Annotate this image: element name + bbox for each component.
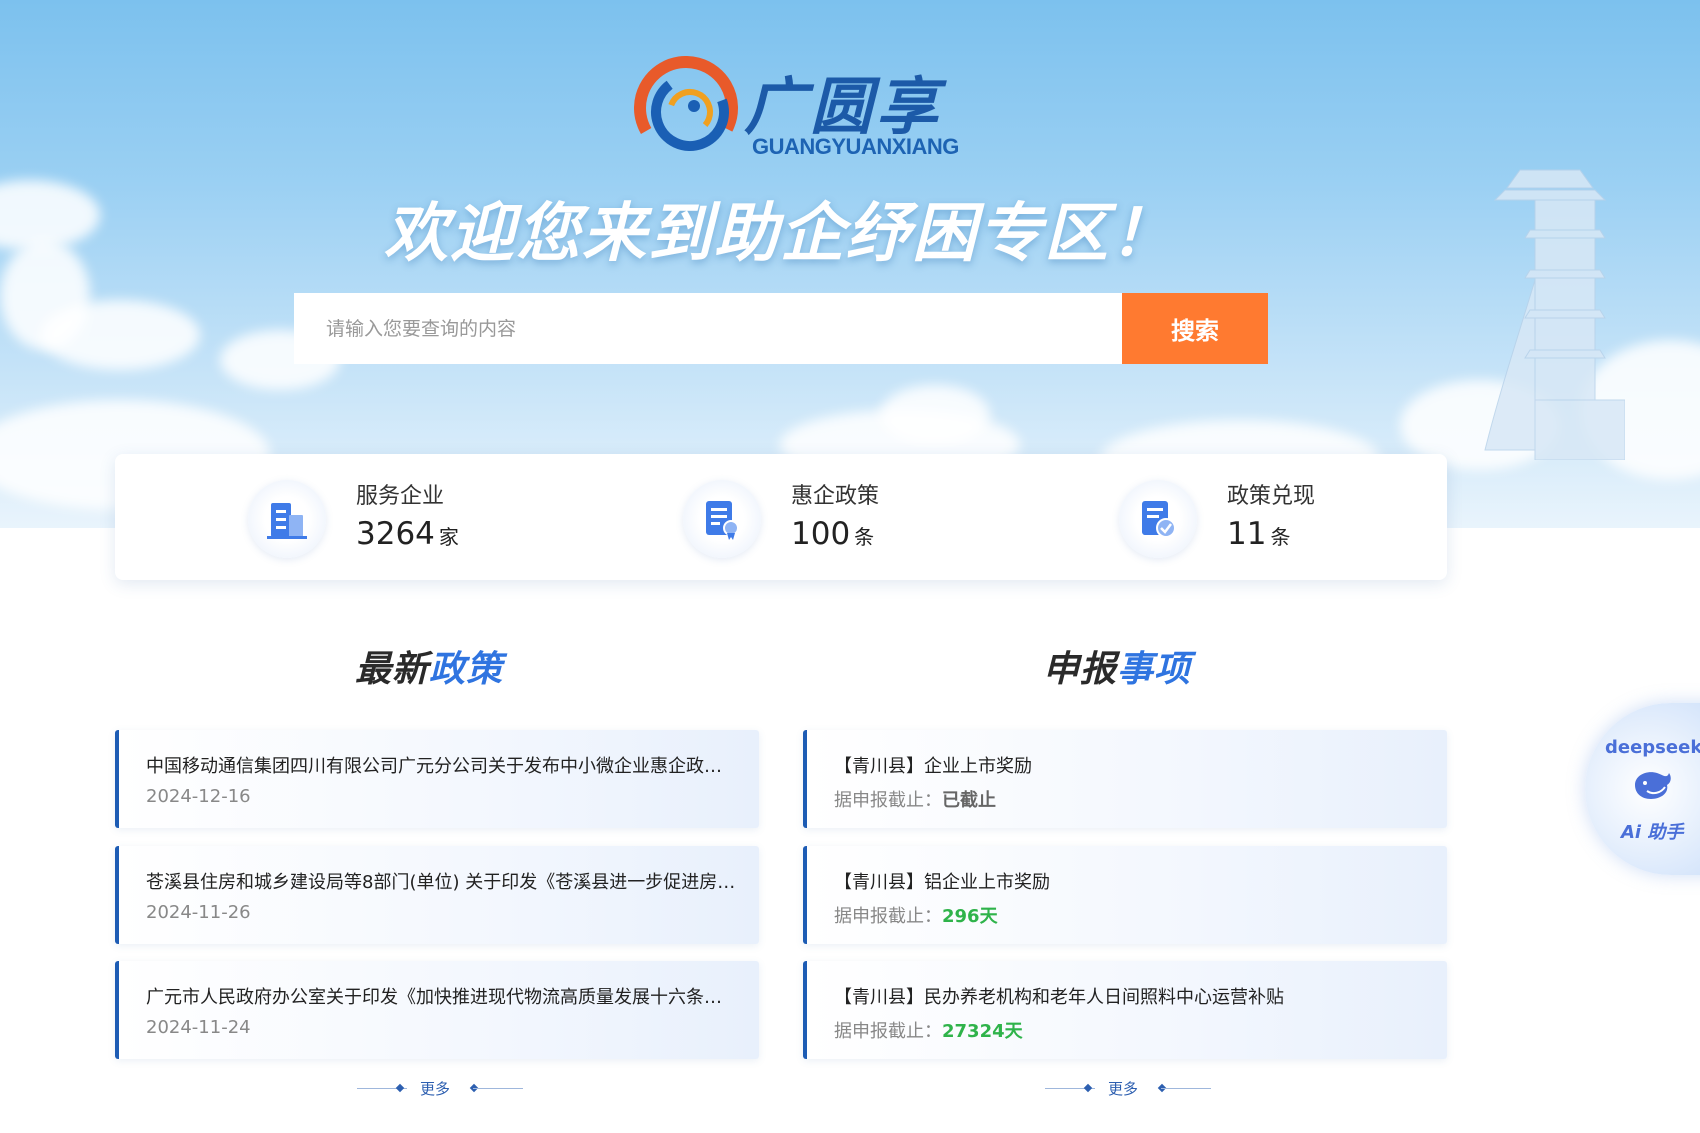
divider xyxy=(1161,1088,1211,1089)
deadline-prefix: 据申报截止： xyxy=(834,1021,942,1042)
diamond-icon xyxy=(1083,1083,1093,1093)
stat-unit: 条 xyxy=(854,525,875,549)
ai-assistant-button[interactable]: deepseek Ai 助手 xyxy=(1585,703,1700,875)
latest-policies-title: 最新政策 xyxy=(355,640,503,692)
deadline-prefix: 据申报截止： xyxy=(834,906,942,927)
stat-number: 100 xyxy=(791,516,851,552)
policy-title: 广元市人民政府办公室关于印发《加快推进现代物流高质量发展十六条措施》的通知 xyxy=(146,987,736,1008)
policies-more-link[interactable]: 更多 xyxy=(347,1076,527,1102)
approved-document-icon xyxy=(1119,480,1197,558)
more-label[interactable]: 更多 xyxy=(1108,1078,1138,1099)
deadline-value: 27324天 xyxy=(942,1021,1023,1042)
application-deadline: 据申报截止：27324天 xyxy=(834,1017,1023,1043)
search-input[interactable] xyxy=(294,293,1122,364)
policy-title: 中国移动通信集团四川有限公司广元分公司关于发布中小微企业惠企政策的通知 xyxy=(146,756,736,777)
title-part: 最新 xyxy=(355,649,430,690)
policy-date: 2024-11-24 xyxy=(146,1017,251,1038)
deadline-value: 296天 xyxy=(942,906,998,927)
stat-unit: 条 xyxy=(1270,525,1291,549)
diamond-icon xyxy=(395,1083,405,1093)
policy-card[interactable]: 广元市人民政府办公室关于印发《加快推进现代物流高质量发展十六条措施》的通知 20… xyxy=(115,961,759,1059)
stat-label: 惠企政策 xyxy=(791,484,880,509)
application-card[interactable]: 【青川县】企业上市奖励 据申报截止：已截止 xyxy=(803,730,1447,828)
whale-icon xyxy=(1635,772,1671,799)
cloud xyxy=(880,385,990,445)
policy-date: 2024-11-26 xyxy=(146,902,251,923)
welcome-heading: 欢迎您来到助企纾困专区！ xyxy=(384,197,1176,271)
deepseek-brand: deepseek xyxy=(1605,737,1700,758)
application-card[interactable]: 【青川县】铝企业上市奖励 据申报截止：296天 xyxy=(803,846,1447,944)
search-bar: 搜索 xyxy=(294,293,1268,364)
application-deadline: 据申报截止：已截止 xyxy=(834,786,996,812)
site-logo: 广圆享 GUANGYUANXIANG xyxy=(634,56,959,166)
logo-emblem-icon xyxy=(634,56,738,160)
title-part: 政策 xyxy=(429,649,504,690)
policy-title: 苍溪县住房和城乡建设局等8部门(单位) 关于印发《苍溪县进一步促进房地产市场平稳… xyxy=(146,872,736,893)
cloud xyxy=(40,300,200,370)
stat-number: 11 xyxy=(1227,516,1267,552)
application-title: 【青川县】铝企业上市奖励 xyxy=(834,872,1050,893)
application-items-title: 申报事项 xyxy=(1043,640,1191,692)
building-icon xyxy=(248,480,326,558)
policy-document-icon xyxy=(683,480,761,558)
divider xyxy=(473,1088,523,1089)
stat-value: 3264 家 xyxy=(356,516,459,552)
title-part: 申报 xyxy=(1043,649,1118,690)
stat-value: 11 条 xyxy=(1227,516,1290,552)
application-card[interactable]: 【青川县】民办养老机构和老年人日间照料中心运营补贴 据申报截止：27324天 xyxy=(803,961,1447,1059)
more-label[interactable]: 更多 xyxy=(420,1078,450,1099)
hero-banner: 广圆享 GUANGYUANXIANG 欢迎您来到助企纾困专区！ 搜索 xyxy=(0,0,1700,528)
policy-date: 2024-12-16 xyxy=(146,786,251,807)
deadline-prefix: 据申报截止： xyxy=(834,790,942,811)
policy-card[interactable]: 中国移动通信集团四川有限公司广元分公司关于发布中小微企业惠企政策的通知 2024… xyxy=(115,730,759,828)
deadline-value: 已截止 xyxy=(942,790,996,811)
logo-chinese-text: 广圆享 xyxy=(744,70,943,143)
stat-value: 100 条 xyxy=(791,516,874,552)
logo-english-text: GUANGYUANXIANG xyxy=(752,134,959,159)
stat-unit: 家 xyxy=(438,525,459,549)
stats-panel: 服务企业 3264 家 惠企政策 100 条 政策兑现 11 条 xyxy=(115,454,1447,580)
application-deadline: 据申报截止：296天 xyxy=(834,902,998,928)
application-title: 【青川县】民办养老机构和老年人日间照料中心运营补贴 xyxy=(834,987,1284,1008)
stat-label: 政策兑现 xyxy=(1227,484,1316,509)
policy-card[interactable]: 苍溪县住房和城乡建设局等8部门(单位) 关于印发《苍溪县进一步促进房地产市场平稳… xyxy=(115,846,759,944)
ai-assistant-label: Ai 助手 xyxy=(1621,822,1684,843)
search-button[interactable]: 搜索 xyxy=(1122,293,1268,364)
stat-label: 服务企业 xyxy=(356,484,445,509)
title-part: 事项 xyxy=(1117,649,1192,690)
applications-more-link[interactable]: 更多 xyxy=(1035,1076,1215,1102)
application-title: 【青川县】企业上市奖励 xyxy=(834,756,1032,777)
stat-number: 3264 xyxy=(356,516,435,552)
